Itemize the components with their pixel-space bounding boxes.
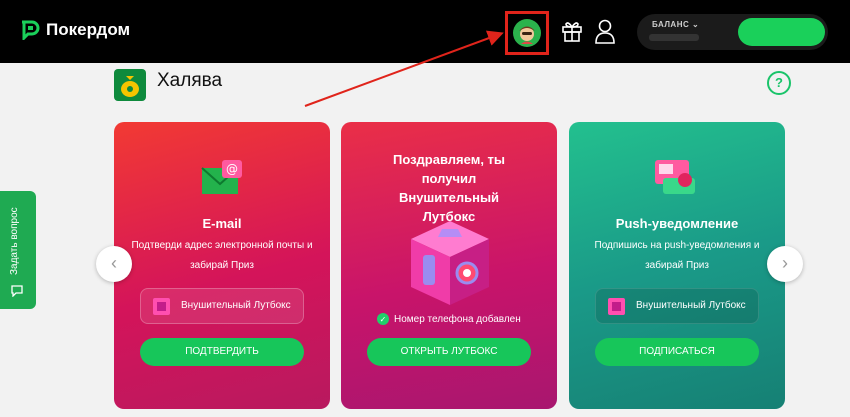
chevron-down-icon: ⌄ — [692, 20, 700, 29]
email-envelope-icon: @ — [201, 160, 242, 194]
email-card-title: E-mail — [202, 216, 242, 231]
push-card-description: Подпишись на push-уведомления и забирай … — [594, 240, 760, 271]
avatar-icon — [513, 19, 541, 47]
carousel-prev-button[interactable]: ‹ — [96, 246, 132, 282]
chat-icon — [11, 285, 23, 297]
open-lootbox-button[interactable]: ОТКРЫТЬ ЛУТБОКС — [367, 338, 531, 366]
push-card-title: Push-уведомление — [615, 216, 739, 231]
lootbox-cube-icon — [411, 221, 489, 305]
push-notification-icon — [655, 160, 695, 194]
profile-avatar-button[interactable] — [505, 11, 549, 55]
push-card: Push-уведомление Подпишись на push-уведо… — [569, 122, 785, 409]
chevron-right-icon: › — [782, 253, 788, 273]
freebie-bag-icon — [114, 69, 146, 101]
balance-value-hidden — [649, 34, 699, 41]
push-prize-box: Внушительный Лутбокс — [595, 288, 759, 324]
lootbox-card-title: Поздравляем, ты получил Внушительный Лут… — [392, 152, 506, 224]
email-card: @ E-mail Подтверди адрес электронной поч… — [114, 122, 330, 409]
subscribe-push-button[interactable]: ПОДПИСАТЬСЯ — [595, 338, 759, 366]
lootbox-card: Поздравляем, ты получил Внушительный Лут… — [341, 122, 557, 409]
balance-label: БАЛАНС ⌄ — [652, 20, 700, 29]
email-card-description: Подтверди адрес электронной почты и заби… — [131, 240, 313, 271]
phone-added-label: Номер телефона добавлен — [394, 313, 521, 325]
check-icon: ✓ — [377, 313, 389, 325]
brand-logo-icon — [22, 20, 40, 40]
page-title: Халява — [157, 70, 223, 91]
email-prize-box: Внушительный Лутбокс — [140, 288, 304, 324]
user-icon[interactable] — [594, 18, 616, 44]
chevron-left-icon: ‹ — [111, 253, 117, 273]
gift-icon[interactable] — [560, 19, 584, 43]
lootbox-icon — [153, 298, 170, 315]
carousel-next-button[interactable]: › — [767, 246, 803, 282]
email-prize-label: Внушительный Лутбокс — [181, 300, 291, 311]
svg-text:@: @ — [226, 162, 238, 176]
balance-widget[interactable]: БАЛАНС ⌄ — [637, 14, 828, 50]
push-prize-label: Внушительный Лутбокс — [636, 300, 746, 311]
help-icon[interactable]: ? — [767, 71, 791, 95]
lootbox-icon — [608, 298, 625, 315]
phone-added-status: ✓ Номер телефона добавлен — [377, 313, 521, 325]
ask-question-label: Задать вопрос — [9, 207, 20, 275]
brand-name: Покердом — [46, 20, 131, 39]
deposit-button[interactable] — [738, 18, 825, 46]
top-header: Покердом БАЛАНС ⌄ — [0, 0, 850, 63]
confirm-email-button[interactable]: ПОДТВЕРДИТЬ — [140, 338, 304, 366]
brand-logo[interactable]: Покердом — [20, 20, 130, 40]
ask-question-tab[interactable]: Задать вопрос — [0, 191, 36, 309]
